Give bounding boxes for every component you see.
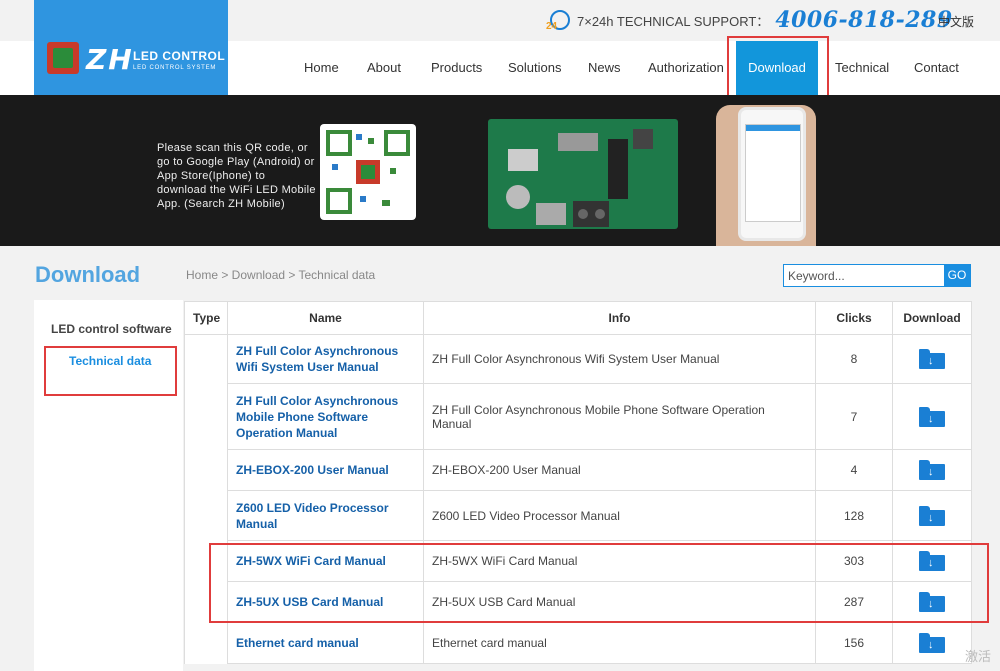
row-download-cell: ↓ [892, 334, 972, 384]
download-folder-icon[interactable]: ↓ [919, 406, 945, 427]
nav-products[interactable]: Products [431, 41, 482, 95]
table-row: ZH-EBOX-200 User Manual ZH-EBOX-200 User… [185, 449, 972, 491]
breadcrumb[interactable]: Home > Download > Technical data [186, 268, 375, 282]
search-box: GO [783, 264, 971, 287]
row-download-cell: ↓ [892, 449, 972, 491]
col-header-clicks: Clicks [815, 301, 893, 335]
svg-text:24: 24 [546, 21, 558, 31]
download-folder-icon[interactable]: ↓ [919, 505, 945, 526]
table-row: ZH Full Color Asynchronous Mobile Phone … [185, 383, 972, 450]
support-phone: 4006-818-289 [775, 7, 953, 33]
table-row: Ethernet card manual Ethernet card manua… [185, 622, 972, 664]
sidebar-item-led-control-software[interactable]: LED control software [51, 322, 172, 336]
nav-about[interactable]: About [367, 41, 401, 95]
row-clicks: 8 [815, 334, 893, 384]
highlight-box-technical-data [44, 346, 177, 396]
row-name-link[interactable]: Ethernet card manual [227, 622, 424, 664]
row-info: Ethernet card manual [423, 622, 816, 664]
col-header-info: Info [423, 301, 816, 335]
row-info: ZH Full Color Asynchronous Mobile Phone … [423, 383, 816, 450]
row-download-cell: ↓ [892, 490, 972, 541]
nav-technical[interactable]: Technical [835, 41, 889, 95]
logo-emblem-icon [47, 42, 79, 74]
download-folder-icon[interactable]: ↓ [919, 460, 945, 480]
wifi-card-image [488, 119, 678, 229]
support-info: 24 7×24h TECHNICAL SUPPORT： 4006-818-289 [545, 5, 953, 35]
support-label: 7×24h TECHNICAL SUPPORT： [577, 13, 770, 29]
logo-subtitle: LED CONTROL SYSTEM [133, 65, 217, 71]
table-header-row: Type Name Info Clicks Download [184, 301, 972, 335]
nav-solutions[interactable]: Solutions [508, 41, 561, 95]
row-clicks: 156 [815, 622, 893, 664]
logo-main-text: ZH [86, 43, 134, 76]
col-header-name: Name [227, 301, 424, 335]
col-header-type: Type [184, 301, 228, 335]
row-download-cell: ↓ [892, 383, 972, 450]
language-link[interactable]: 中文版 [938, 13, 974, 30]
24h-clock-icon: 24 [545, 9, 571, 32]
nav-home[interactable]: Home [304, 41, 339, 95]
logo-led-text: LED CONTROL [133, 49, 226, 63]
nav-contact[interactable]: Contact [914, 41, 959, 95]
row-clicks: 128 [815, 490, 893, 541]
table-row: Z600 LED Video Processor Manual Z600 LED… [185, 490, 972, 541]
table-row: ZH Full Color Asynchronous Wifi System U… [184, 334, 972, 664]
highlight-box-card-manuals [209, 543, 989, 623]
page-title: Download [35, 262, 141, 287]
nav-news[interactable]: News [588, 41, 621, 95]
row-name-link[interactable]: ZH Full Color Asynchronous Wifi System U… [227, 334, 424, 384]
download-folder-icon[interactable]: ↓ [919, 633, 945, 653]
col-header-download: Download [892, 301, 972, 335]
phone-image [738, 107, 806, 241]
row-download-cell: ↓ [892, 622, 972, 664]
phone-screen [745, 124, 801, 222]
activation-watermark: 激活 [965, 649, 992, 664]
row-name-link[interactable]: ZH-EBOX-200 User Manual [227, 449, 424, 491]
qr-code-image [320, 124, 416, 220]
row-info: ZH Full Color Asynchronous Wifi System U… [423, 334, 816, 384]
row-info: Z600 LED Video Processor Manual [423, 490, 816, 541]
row-clicks: 7 [815, 383, 893, 450]
search-input[interactable] [784, 265, 952, 286]
search-go-button[interactable]: GO [944, 265, 970, 286]
row-clicks: 4 [815, 449, 893, 491]
banner-text: Please scan this QR code, or go to Googl… [157, 142, 316, 210]
site-logo[interactable]: ZH LED CONTROL LED CONTROL SYSTEM [34, 0, 228, 95]
row-name-link[interactable]: ZH Full Color Asynchronous Mobile Phone … [227, 383, 424, 450]
row-name-link[interactable]: Z600 LED Video Processor Manual [227, 490, 424, 541]
nav-authorization[interactable]: Authorization [648, 41, 724, 95]
row-info: ZH-EBOX-200 User Manual [423, 449, 816, 491]
app-banner: Please scan this QR code, or go to Googl… [0, 95, 1000, 246]
download-folder-icon[interactable]: ↓ [919, 349, 945, 369]
